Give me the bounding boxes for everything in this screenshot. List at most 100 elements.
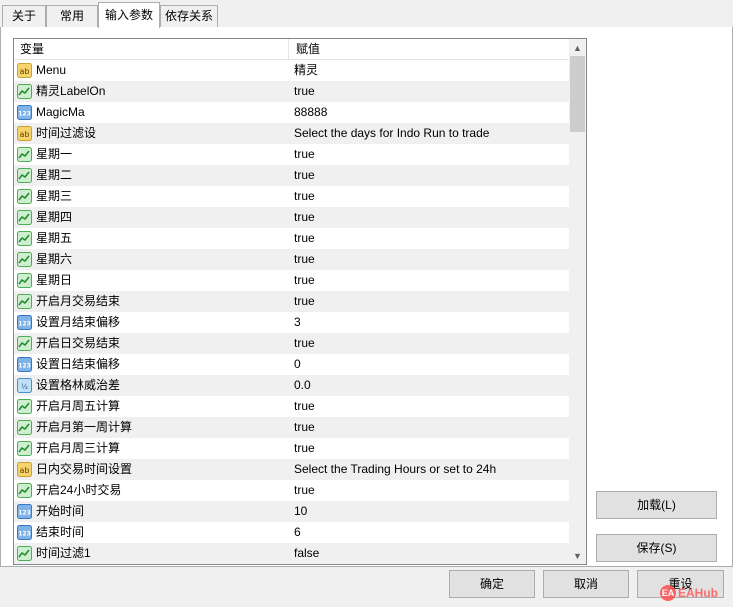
variable-value[interactable]: true — [294, 333, 569, 354]
table-row[interactable]: 123 开始时间 10 — [14, 501, 569, 522]
variable-name: 开始时间 — [36, 504, 85, 518]
svg-text:ab: ab — [20, 67, 30, 76]
variable-value[interactable]: true — [294, 186, 569, 207]
table-row[interactable]: 开启月周五计算 true — [14, 396, 569, 417]
variable-value[interactable]: true — [294, 207, 569, 228]
variable-value[interactable]: true — [294, 417, 569, 438]
vertical-scrollbar[interactable]: ▲ ▼ — [569, 39, 586, 564]
variable-value[interactable]: 10 — [294, 501, 569, 522]
variable-value[interactable]: true — [294, 165, 569, 186]
int-123-icon: 123 — [17, 315, 32, 330]
table-row[interactable]: 123 结束时间 6 — [14, 522, 569, 543]
bool-chart-icon — [17, 399, 32, 414]
variable-name: 星期一 — [36, 147, 73, 161]
column-header-value[interactable]: 赋值 — [289, 39, 569, 60]
scroll-up-icon[interactable]: ▲ — [569, 39, 586, 56]
variable-name: 结束时间 — [36, 525, 85, 539]
table-row[interactable]: 开启月周三计算 true — [14, 438, 569, 459]
svg-text:ab: ab — [20, 130, 30, 139]
bool-chart-icon — [17, 336, 32, 351]
table-row[interactable]: 星期四 true — [14, 207, 569, 228]
table-row[interactable]: ab 时间过滤设 Select the days for Indo Run to t… — [14, 123, 569, 144]
variable-name: Menu — [36, 63, 67, 77]
variable-value[interactable]: Select the days for Indo Run to trade — [294, 123, 569, 144]
bool-chart-icon — [17, 147, 32, 162]
table-row[interactable]: ab 日内交易时间设置 Select the Trading Hours or se… — [14, 459, 569, 480]
variable-value[interactable]: 3 — [294, 312, 569, 333]
watermark-logo: EA EAHub — [660, 584, 718, 602]
table-row[interactable]: 123 设置日结束偏移 0 — [14, 354, 569, 375]
variable-name: 设置日结束偏移 — [36, 357, 121, 371]
tab-bar: 关于 常用 输入参数 依存关系 — [0, 0, 733, 28]
table-row[interactable]: 123 MagicMa 88888 — [14, 102, 569, 123]
table-row[interactable]: 星期五 true — [14, 228, 569, 249]
table-row[interactable]: ab Menu 精灵 — [14, 60, 569, 81]
cancel-button[interactable]: 取消 — [543, 570, 629, 598]
ab-string-icon: ab — [17, 126, 32, 141]
svg-text:½: ½ — [21, 383, 28, 391]
table-row[interactable]: 星期三 true — [14, 186, 569, 207]
variable-value[interactable]: 精灵 — [294, 60, 569, 81]
tab-inputs[interactable]: 输入参数 — [98, 2, 160, 28]
variable-value[interactable]: 0.0 — [294, 375, 569, 396]
bool-chart-icon — [17, 273, 32, 288]
variable-value[interactable]: true — [294, 81, 569, 102]
variable-value[interactable]: Select the Trading Hours or set to 24h — [294, 459, 569, 480]
scroll-thumb[interactable] — [570, 56, 585, 132]
table-row[interactable]: 星期二 true — [14, 165, 569, 186]
double-fraction-icon: ½ — [17, 378, 32, 393]
table-row[interactable]: 精灵LabelOn true — [14, 81, 569, 102]
ab-string-icon: ab — [17, 462, 32, 477]
variable-name: 开启月交易结束 — [36, 294, 121, 308]
svg-text:123: 123 — [18, 363, 31, 370]
load-button[interactable]: 加载(L) — [596, 491, 717, 519]
svg-text:123: 123 — [18, 510, 31, 517]
variable-value[interactable]: 6 — [294, 522, 569, 543]
variable-value[interactable]: false — [294, 543, 569, 564]
bool-chart-icon — [17, 210, 32, 225]
variable-value[interactable]: true — [294, 228, 569, 249]
table-row[interactable]: 星期日 true — [14, 270, 569, 291]
variable-value[interactable]: 0 — [294, 354, 569, 375]
int-123-icon: 123 — [17, 357, 32, 372]
ok-button[interactable]: 确定 — [449, 570, 535, 598]
variable-value[interactable]: true — [294, 249, 569, 270]
table-row[interactable]: 星期一 true — [14, 144, 569, 165]
tab-dependencies[interactable]: 依存关系 — [160, 5, 218, 27]
table-row[interactable]: 123 设置月结束偏移 3 — [14, 312, 569, 333]
table-row[interactable]: 时间过滤1 false — [14, 543, 569, 564]
variable-value[interactable]: true — [294, 291, 569, 312]
bool-chart-icon — [17, 252, 32, 267]
scroll-down-icon[interactable]: ▼ — [569, 547, 586, 564]
watermark-text: EAHub — [678, 586, 718, 600]
table-row[interactable]: 星期六 true — [14, 249, 569, 270]
table-row[interactable]: 开启日交易结束 true — [14, 333, 569, 354]
variable-value[interactable]: true — [294, 438, 569, 459]
variable-name: 开启日交易结束 — [36, 336, 121, 350]
variable-name: 星期日 — [36, 273, 73, 287]
svg-text:123: 123 — [18, 111, 31, 118]
table-row[interactable]: 开启24小时交易 true — [14, 480, 569, 501]
table-row[interactable]: 开启月第一周计算 true — [14, 417, 569, 438]
variable-value[interactable]: true — [294, 270, 569, 291]
column-header-variable[interactable]: 变量 — [14, 39, 289, 60]
svg-text:123: 123 — [18, 531, 31, 538]
tab-about[interactable]: 关于 — [2, 5, 46, 27]
inputs-grid: 变量 赋值 ab Menu 精灵 精灵LabelOn true 123 MagicMa 888… — [13, 38, 587, 565]
variable-name: 星期四 — [36, 210, 73, 224]
table-row[interactable]: ½ 设置格林威治差 0.0 — [14, 375, 569, 396]
tab-common[interactable]: 常用 — [46, 5, 98, 27]
variable-value[interactable]: true — [294, 396, 569, 417]
save-button[interactable]: 保存(S) — [596, 534, 717, 562]
bool-chart-icon — [17, 546, 32, 561]
int-123-icon: 123 — [17, 105, 32, 120]
variable-value[interactable]: true — [294, 144, 569, 165]
variable-name: 日内交易时间设置 — [36, 462, 133, 476]
variable-name: 开启月周五计算 — [36, 399, 121, 413]
table-row[interactable]: 开启月交易结束 true — [14, 291, 569, 312]
variable-value[interactable]: true — [294, 480, 569, 501]
bool-chart-icon — [17, 231, 32, 246]
int-123-icon: 123 — [17, 504, 32, 519]
ab-string-icon: ab — [17, 63, 32, 78]
variable-value[interactable]: 88888 — [294, 102, 569, 123]
